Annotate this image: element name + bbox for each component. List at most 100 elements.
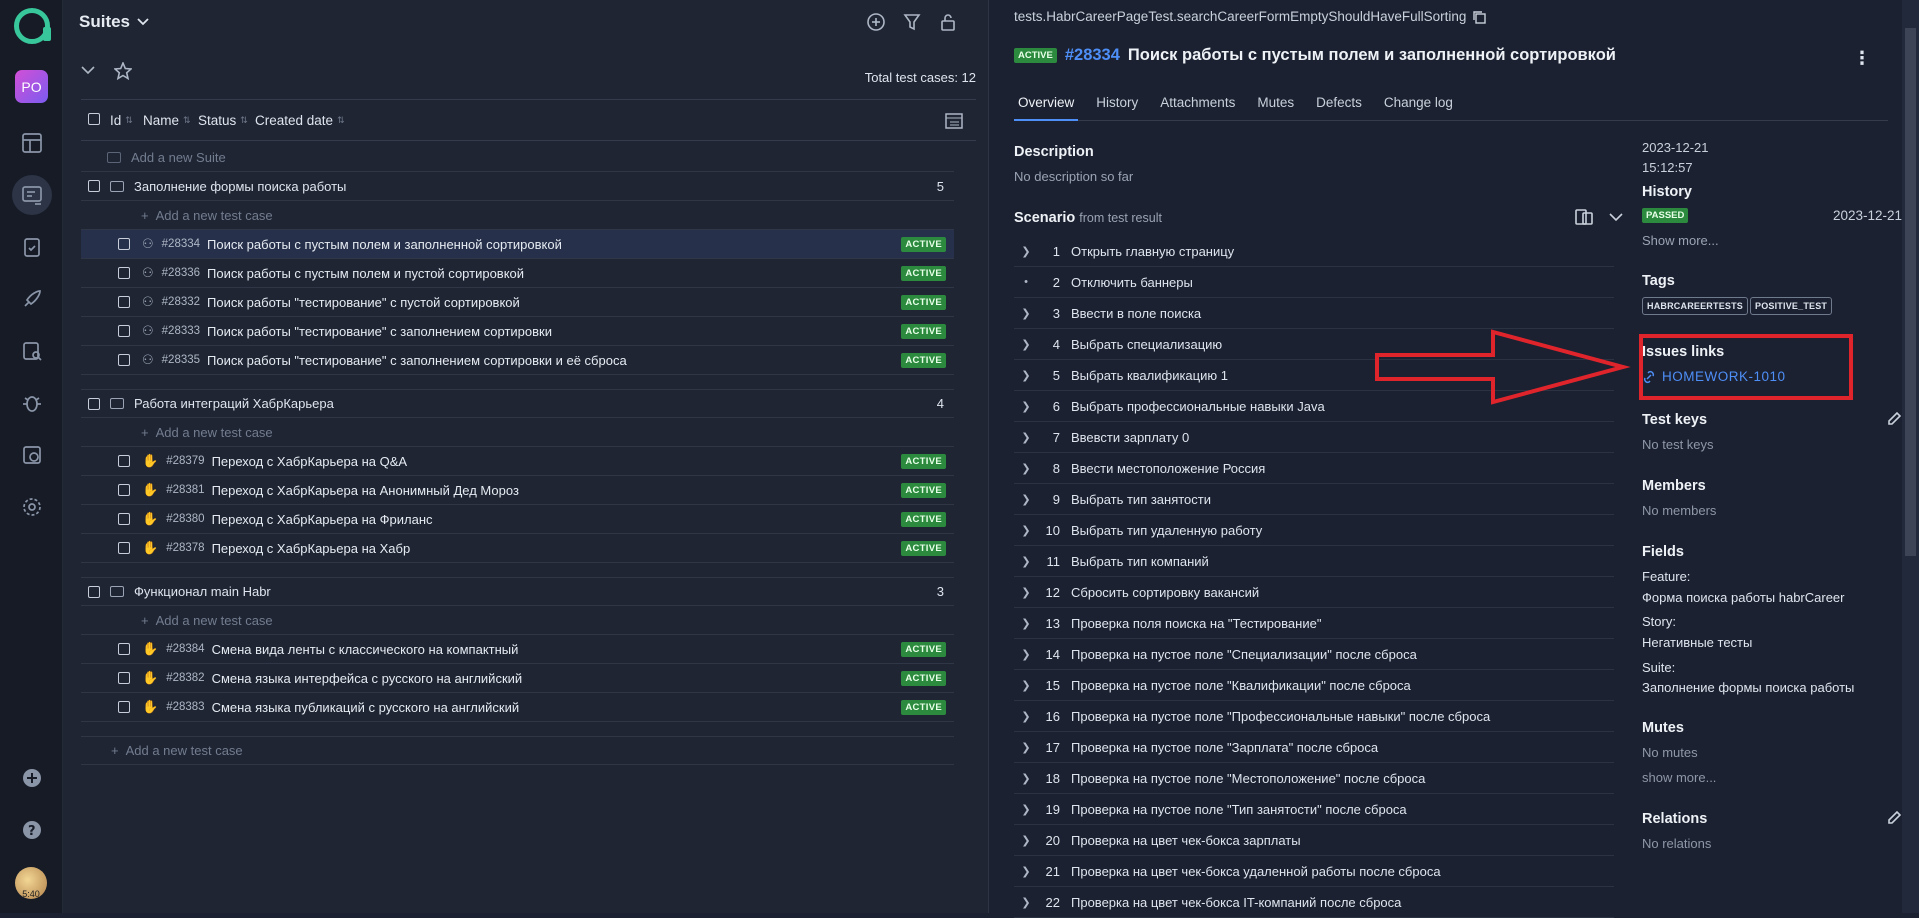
tab-mutes[interactable]: Mutes	[1253, 95, 1298, 121]
expand-chevron-icon[interactable]	[1608, 209, 1624, 225]
add-test-case-row[interactable]: + Add a new test case	[81, 606, 954, 635]
table-settings-icon[interactable]	[944, 111, 964, 131]
defects-icon[interactable]	[12, 383, 52, 423]
table-row[interactable]: ⚇ #28332 Поиск работы "тестирование" с пус…	[81, 288, 954, 317]
project-avatar[interactable]: PO	[15, 70, 48, 103]
scenario-step[interactable]: ❯ 21 Проверка на цвет чек-бокса удаленной …	[1014, 856, 1614, 887]
suites-title[interactable]: Suites	[79, 12, 150, 32]
test-plans-icon[interactable]	[12, 227, 52, 267]
column-created-date[interactable]: Created date ⇅	[255, 113, 345, 128]
automated-icon: ⚇	[142, 265, 154, 280]
tab-history[interactable]: History	[1092, 95, 1142, 121]
scenario-step[interactable]: ❯ 22 Проверка на цвет чек-бокса IT-компани…	[1014, 887, 1614, 918]
scenario-step[interactable]: ❯ 10 Выбрать тип удаленную работу	[1014, 515, 1614, 546]
filter-icon[interactable]	[902, 12, 922, 32]
table-row[interactable]: ✋ #28380 Переход с ХабрКарьера на Фриланс A…	[81, 505, 954, 534]
table-row[interactable]: ✋ #28382 Смена языка интерфейса с русского…	[81, 664, 954, 693]
tab-change-log[interactable]: Change log	[1380, 95, 1457, 121]
automated-icon: ⚇	[142, 352, 154, 367]
tag-chip[interactable]: HABRCAREERTESTS	[1642, 297, 1749, 315]
mutes-show-more-link[interactable]: show more...	[1642, 770, 1716, 785]
add-icon[interactable]	[12, 758, 52, 798]
suite-row[interactable]: Функционал main Habr 3	[81, 577, 954, 606]
edit-test-keys-icon[interactable]	[1886, 411, 1902, 430]
chevron-right-icon: ❯	[1021, 896, 1031, 909]
tab-attachments[interactable]: Attachments	[1156, 95, 1239, 121]
tab-defects[interactable]: Defects	[1312, 95, 1366, 121]
scenario-step[interactable]: ❯ 16 Проверка на пустое поле "Профессионал…	[1014, 701, 1614, 732]
total-test-cases: Total test cases: 12	[864, 70, 976, 85]
manual-icon: ✋	[142, 670, 159, 685]
scenario-step[interactable]: ❯ 8 Ввести местоположение Россия	[1014, 453, 1614, 484]
scenario-step[interactable]: ❯ 20 Проверка на цвет чек-бокса зарплаты	[1014, 825, 1614, 856]
star-icon[interactable]	[114, 62, 132, 80]
lock-icon[interactable]	[938, 12, 958, 32]
collapse-chevron-icon[interactable]	[80, 62, 96, 78]
scenario-step[interactable]: ❯ 14 Проверка на пустое поле "Специализаци…	[1014, 639, 1614, 670]
translate-icon[interactable]	[1574, 207, 1594, 227]
table-row[interactable]: ✋ #28381 Переход с ХабрКарьера на Анонимны…	[81, 476, 954, 505]
tab-overview[interactable]: Overview	[1014, 95, 1079, 121]
dashboard-icon[interactable]	[12, 123, 52, 163]
scenario-step[interactable]: ❯ 19 Проверка на пустое поле "Тип занятост…	[1014, 794, 1614, 825]
suite-row[interactable]: Заполнение формы поиска работы 5	[81, 172, 954, 201]
add-test-case-root-row[interactable]: + Add a new test case	[81, 736, 954, 765]
column-id[interactable]: Id ⇅	[110, 113, 133, 128]
select-all-checkbox[interactable]	[88, 113, 100, 125]
manual-icon: ✋	[142, 540, 159, 555]
table-row[interactable]: ✋ #28383 Смена языка публикаций с русского…	[81, 693, 954, 722]
copy-icon[interactable]	[1472, 10, 1487, 24]
scenario-step[interactable]: ❯ 17 Проверка на пустое поле "Зарплата" по…	[1014, 732, 1614, 763]
chevron-right-icon: ❯	[1021, 307, 1031, 320]
edit-relations-icon[interactable]	[1886, 810, 1902, 829]
table-row[interactable]: ⚇ #28336 Поиск работы с пустым полем и пус…	[81, 259, 954, 288]
help-icon[interactable]: ?	[12, 810, 52, 850]
scenario-step[interactable]: ❯ 9 Выбрать тип занятости	[1014, 484, 1614, 515]
step-number: 17	[1045, 739, 1060, 755]
table-row[interactable]: ⚇ #28333 Поиск работы "тестирование" с зап…	[81, 317, 954, 346]
scenario-step[interactable]: ❯ 11 Выбрать тип компаний	[1014, 546, 1614, 577]
scenario-step[interactable]: ❯ 3 Ввести в поле поиска	[1014, 298, 1614, 329]
launches-icon[interactable]	[12, 279, 52, 319]
scenario-step[interactable]: ❯ 1 Открыть главную страницу	[1014, 236, 1614, 267]
scenario-step[interactable]: ❯ 12 Сбросить сортировку вакансий	[1014, 577, 1614, 608]
add-circle-icon[interactable]	[866, 12, 886, 32]
step-text: Ввевсти зарплату 0	[1071, 429, 1190, 445]
history-date: 2023-12-21	[1832, 208, 1902, 223]
scenario-step[interactable]: ❯ 18 Проверка на пустое поле "Местоположен…	[1014, 763, 1614, 794]
scenario-step[interactable]: ❯ 15 Проверка на пустое поле "Квалификации…	[1014, 670, 1614, 701]
add-test-case-row[interactable]: + Add a new test case	[81, 418, 954, 447]
allure-logo[interactable]	[14, 8, 51, 44]
search-results-icon[interactable]	[12, 331, 52, 371]
table-row[interactable]: ✋ #28379 Переход с ХабрКарьера на Q&A ACTIV…	[81, 447, 954, 476]
history-status-badge[interactable]: PASSED	[1642, 208, 1689, 223]
scenario-step[interactable]: ❯ 7 Ввевсти зарплату 0	[1014, 422, 1614, 453]
settings-icon[interactable]	[12, 487, 52, 527]
suite-row[interactable]: Работа интеграций ХабрКарьера 4	[81, 389, 954, 418]
table-row[interactable]: ⚇ #28335 Поиск работы "тестирование" с зап…	[81, 346, 954, 375]
jobs-icon[interactable]	[12, 435, 52, 475]
add-test-case-row[interactable]: + Add a new test case	[81, 201, 954, 230]
user-avatar[interactable]: 5:40	[15, 867, 47, 899]
step-text: Проверка на пустое поле "Квалификации" п…	[1071, 677, 1411, 693]
column-status[interactable]: Status ⇅	[198, 113, 248, 128]
scenario-step[interactable]: • 2 Отключить баннеры	[1014, 267, 1614, 298]
show-more-link[interactable]: Show more...	[1642, 233, 1719, 248]
more-menu-icon[interactable]: ⋮	[1853, 48, 1871, 69]
table-row[interactable]: ⚇ #28334 Поиск работы с пустым полем и зап…	[81, 230, 954, 259]
suite-label: Suite:	[1642, 660, 1676, 675]
suites-title-label: Suites	[79, 12, 131, 31]
table-row[interactable]: ✋ #28378 Переход с ХабрКарьера на Хабр ACTI…	[81, 534, 954, 563]
step-number: 6	[1052, 398, 1060, 414]
chevron-down-icon	[137, 18, 149, 26]
right-scrollbar[interactable]	[1902, 0, 1919, 913]
add-suite-row[interactable]: Add a new Suite	[81, 143, 954, 172]
table-row[interactable]: ✋ #28384 Смена вида ленты с классического …	[81, 635, 954, 664]
scenario-step[interactable]: ❯ 13 Проверка поля поиска на "Тестирование…	[1014, 608, 1614, 639]
test-keys-empty: No test keys	[1642, 437, 1714, 452]
test-cases-icon[interactable]	[12, 175, 52, 215]
column-name[interactable]: Name ⇅	[143, 113, 191, 128]
step-text: Выбрать тип удаленную работу	[1071, 522, 1263, 538]
tag-chip[interactable]: POSITIVE_TEST	[1750, 297, 1833, 315]
manual-icon: ✋	[142, 511, 159, 526]
